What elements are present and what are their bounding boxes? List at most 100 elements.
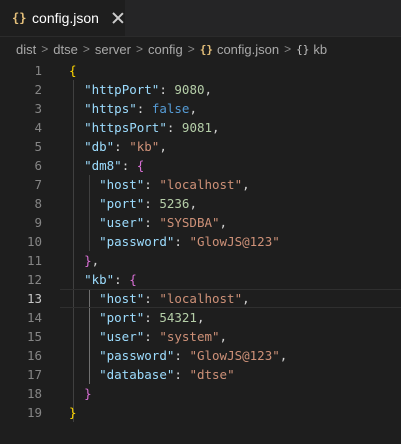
code-line[interactable]: 10 "password": "GlowJS@123"	[0, 232, 401, 251]
code-token: :	[121, 158, 137, 173]
code-token: }	[69, 405, 77, 420]
code-token: "GlowJS@123"	[189, 234, 280, 249]
code-line[interactable]: 16 "password": "GlowJS@123",	[0, 346, 401, 365]
code-line[interactable]: 6 "dm8": {	[0, 156, 401, 175]
tab-title: config.json	[32, 10, 99, 26]
breadcrumb-item-config[interactable]: config	[148, 42, 183, 57]
code-token: "kb"	[84, 272, 115, 287]
code-token: 54321	[159, 310, 197, 325]
code-line[interactable]: 2 "httpPort": 9080,	[0, 80, 401, 99]
code-token: :	[114, 272, 130, 287]
code-token: :	[114, 139, 130, 154]
line-number: 5	[34, 139, 42, 154]
line-number: 2	[34, 82, 42, 97]
code-text: {	[69, 61, 77, 80]
code-text: "httpPort": 9080,	[69, 80, 212, 99]
code-line[interactable]: 13 "host": "localhost",	[0, 289, 401, 308]
code-token: :	[144, 291, 160, 306]
breadcrumb-item-dtse[interactable]: dtse	[53, 42, 78, 57]
line-number: 8	[34, 196, 42, 211]
code-line[interactable]: 8 "port": 5236,	[0, 194, 401, 213]
line-number: 10	[26, 234, 42, 249]
breadcrumb-item-server[interactable]: server	[95, 42, 131, 57]
code-line[interactable]: 4 "httpsPort": 9081,	[0, 118, 401, 137]
code-line[interactable]: 3 "https": false,	[0, 99, 401, 118]
line-number: 19	[26, 405, 42, 420]
code-line[interactable]: 7 "host": "localhost",	[0, 175, 401, 194]
code-token: ,	[189, 101, 197, 116]
close-icon[interactable]	[109, 9, 125, 27]
code-token: "database"	[99, 367, 175, 382]
line-number: 18	[26, 386, 42, 401]
code-token: "https"	[84, 101, 137, 116]
code-token: "system"	[159, 329, 220, 344]
code-line[interactable]: 15 "user": "system",	[0, 327, 401, 346]
chevron-right-icon: >	[82, 42, 90, 56]
code-line[interactable]: 1{	[0, 61, 401, 80]
chevron-right-icon: >	[41, 42, 49, 56]
code-line[interactable]: 19}	[0, 403, 401, 422]
code-token: "kb"	[129, 139, 160, 154]
chevron-right-icon: >	[187, 42, 195, 56]
tab-config-json[interactable]: {} config.json	[0, 0, 126, 36]
code-token: ,	[159, 139, 167, 154]
code-token: 9080	[174, 82, 205, 97]
code-text: "port": 5236,	[69, 194, 197, 213]
code-text: "port": 54321,	[69, 308, 205, 327]
line-number: 1	[34, 63, 42, 78]
code-token: "password"	[99, 348, 175, 363]
code-token: :	[136, 101, 152, 116]
line-number: 14	[26, 310, 42, 325]
code-text: "user": "SYSDBA",	[69, 213, 227, 232]
code-token: "SYSDBA"	[159, 215, 220, 230]
code-text: "password": "GlowJS@123"	[69, 232, 280, 251]
code-token: ,	[212, 120, 220, 135]
line-number: 12	[26, 272, 42, 287]
json-file-icon: {}	[199, 42, 213, 56]
line-number: 17	[26, 367, 42, 382]
code-token: ,	[189, 196, 197, 211]
code-line[interactable]: 5 "db": "kb",	[0, 137, 401, 156]
code-text: "host": "localhost",	[69, 175, 250, 194]
code-token: :	[159, 82, 175, 97]
code-line[interactable]: 9 "user": "SYSDBA",	[0, 213, 401, 232]
code-text: }	[69, 403, 77, 422]
code-token: ,	[242, 291, 250, 306]
line-number: 9	[34, 215, 42, 230]
chevron-right-icon: >	[135, 42, 143, 56]
code-token: ,	[196, 310, 205, 325]
code-token: "httpPort"	[84, 82, 160, 97]
code-token: :	[144, 177, 160, 192]
line-number: 15	[26, 329, 42, 344]
code-line[interactable]: 18 }	[0, 384, 401, 403]
object-symbol-icon: {}	[296, 42, 310, 56]
code-token: "password"	[99, 234, 175, 249]
code-line[interactable]: 17 "database": "dtse"	[0, 365, 401, 384]
code-text: "host": "localhost",	[69, 289, 250, 308]
code-token: "localhost"	[159, 177, 243, 192]
breadcrumb-item-kb[interactable]: kb	[313, 42, 327, 57]
code-line[interactable]: 14 "port": 54321,	[0, 308, 401, 327]
tab-bar: {} config.json	[0, 0, 401, 37]
code-token: "host"	[99, 291, 145, 306]
line-number: 6	[34, 158, 42, 173]
breadcrumb-item-dist[interactable]: dist	[16, 42, 36, 57]
json-file-icon: {}	[12, 11, 27, 25]
code-editor[interactable]: 1{2 "httpPort": 9080, 3 "https": false, 4 …	[0, 61, 401, 444]
code-line[interactable]: 11 },	[0, 251, 401, 270]
breadcrumb-item-config-json[interactable]: config.json	[217, 42, 279, 57]
chevron-right-icon: >	[284, 42, 292, 56]
code-line[interactable]: 12 "kb": {	[0, 270, 401, 289]
code-text: "user": "system",	[69, 327, 227, 346]
code-token: "db"	[84, 139, 115, 154]
code-token: ,	[204, 82, 213, 97]
